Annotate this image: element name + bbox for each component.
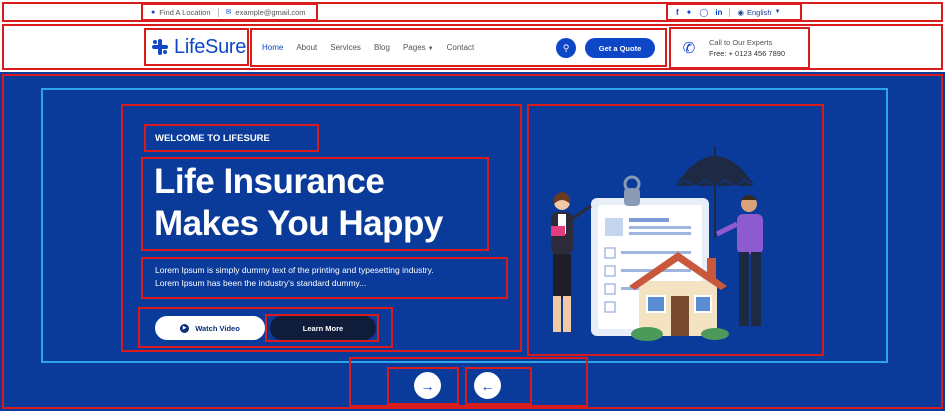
hero-headline: Life Insurance Makes You Happy bbox=[141, 157, 489, 251]
call-number: Free: + 0123 456 7890 bbox=[709, 49, 786, 58]
call-experts[interactable]: ✆ Call to Our Experts Free: + 0123 456 7… bbox=[669, 27, 810, 69]
nav-pages[interactable]: Pages ▼ bbox=[403, 43, 434, 52]
hero-description: Lorem Ipsum is simply dummy text of the … bbox=[141, 257, 508, 299]
next-arrow-button[interactable]: → bbox=[414, 372, 441, 399]
insurance-illustration bbox=[551, 146, 763, 341]
watch-video-label: Watch Video bbox=[195, 323, 240, 333]
logo-mark-icon bbox=[152, 39, 168, 55]
arrow-right-icon: → bbox=[420, 377, 435, 394]
learn-more-frame bbox=[265, 314, 379, 342]
watch-video-button[interactable]: ▶ Watch Video bbox=[155, 316, 265, 340]
nav-blog[interactable]: Blog bbox=[374, 43, 390, 52]
divider bbox=[217, 7, 219, 17]
language-label: English bbox=[746, 7, 772, 17]
search-icon: ⚲ bbox=[562, 42, 570, 53]
hero-description-line1: Lorem Ipsum is simply dummy text of the … bbox=[155, 265, 434, 275]
nav-services[interactable]: Services bbox=[330, 43, 361, 52]
hero-description-line2: Lorem Ipsum has been the industry's stan… bbox=[155, 278, 367, 288]
chevron-down-icon: ▼ bbox=[427, 46, 434, 52]
arrow-left-icon: ← bbox=[480, 377, 495, 394]
globe-icon: ◉ bbox=[737, 7, 744, 17]
nav-home[interactable]: Home bbox=[262, 43, 283, 52]
email-link[interactable]: example@gmail.com bbox=[235, 8, 305, 17]
chevron-down-icon: ▼ bbox=[774, 9, 781, 15]
hero-headline-line2: Makes You Happy bbox=[154, 204, 443, 243]
call-text: Call to Our Experts Free: + 0123 456 789… bbox=[709, 37, 785, 59]
mail-icon: ✉ bbox=[225, 9, 232, 16]
twitter-icon[interactable]: ✦ bbox=[686, 8, 693, 17]
get-quote-button[interactable]: Get a Quote bbox=[585, 38, 655, 58]
play-icon: ▶ bbox=[180, 323, 190, 333]
search-button[interactable]: ⚲ bbox=[556, 38, 576, 58]
map-pin-icon: ● bbox=[151, 8, 156, 16]
divider bbox=[729, 7, 731, 17]
phone-icon: ✆ bbox=[682, 40, 696, 57]
top-contact-info: ● Find A Location ✉ example@gmail.com bbox=[141, 3, 318, 21]
logo-text: LifeSure bbox=[174, 35, 247, 58]
nav-pages-label: Pages bbox=[402, 43, 426, 52]
linkedin-icon[interactable]: in bbox=[715, 8, 722, 17]
hero-illustration bbox=[527, 104, 824, 356]
instagram-icon[interactable]: ◯ bbox=[699, 8, 708, 17]
location-link[interactable]: Find A Location bbox=[159, 8, 210, 17]
site-logo[interactable]: LifeSure bbox=[144, 28, 249, 66]
hero-kicker: WELCOME TO LIFESURE bbox=[144, 124, 319, 152]
main-nav: Home About Services Blog Pages ▼ Contact … bbox=[250, 28, 667, 67]
top-social-language: f ✦ ◯ in ◉ English ▼ bbox=[666, 3, 802, 21]
call-label: Call to Our Experts bbox=[709, 38, 773, 47]
facebook-icon[interactable]: f bbox=[676, 8, 679, 17]
woman-figure-icon bbox=[551, 192, 592, 332]
language-select[interactable]: ◉ English ▼ bbox=[737, 8, 780, 17]
hero-headline-line1: Life Insurance bbox=[154, 162, 385, 201]
prev-arrow-button[interactable]: ← bbox=[474, 372, 501, 399]
nav-about[interactable]: About bbox=[296, 43, 317, 52]
nav-contact[interactable]: Contact bbox=[447, 43, 475, 52]
